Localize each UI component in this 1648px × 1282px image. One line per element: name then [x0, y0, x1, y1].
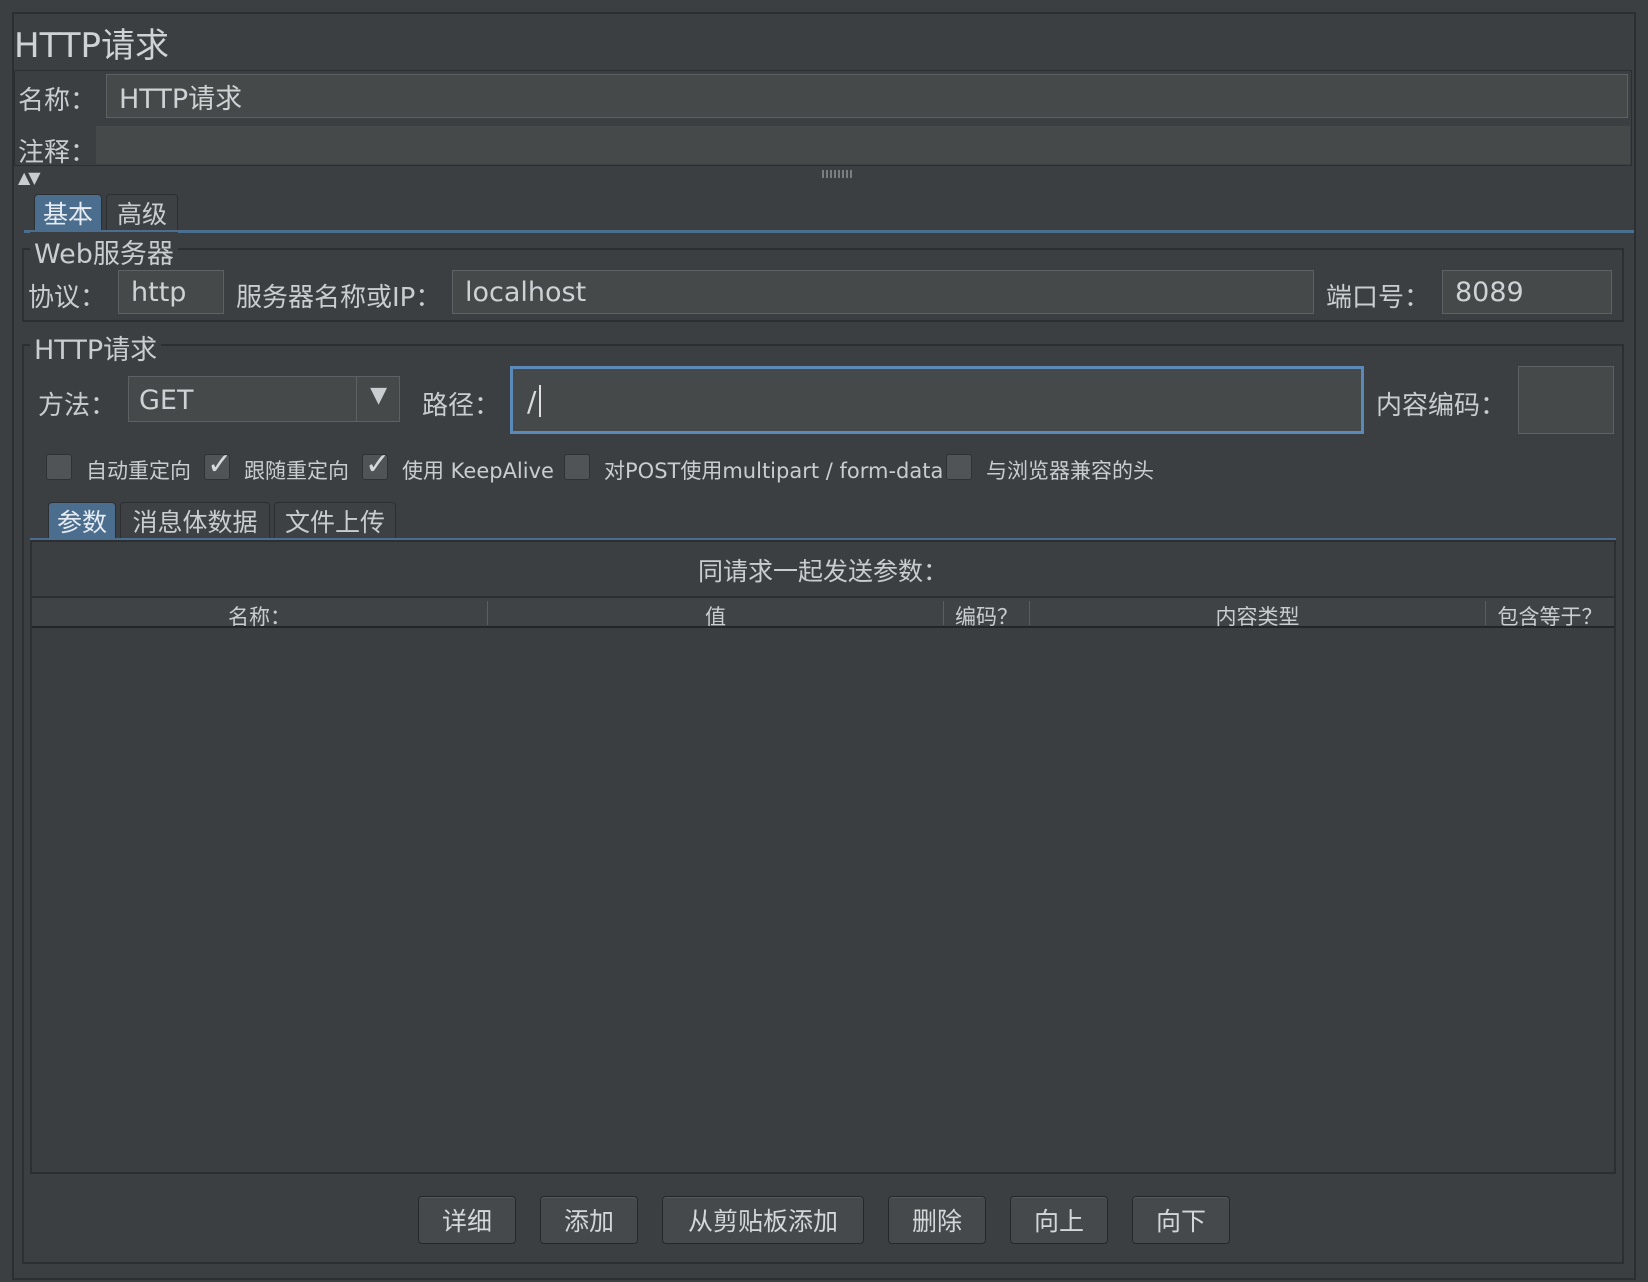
auto-redirect-checkbox[interactable] — [46, 454, 72, 480]
text-caret — [539, 385, 541, 417]
select-separator — [356, 377, 357, 421]
parameters-table-body[interactable] — [32, 628, 1614, 1172]
chevron-down-icon[interactable]: ▼ — [370, 383, 387, 408]
tab-body-data[interactable]: 消息体数据 — [120, 502, 270, 538]
keepalive-checkbox[interactable]: ✓ — [362, 447, 390, 482]
browser-headers-label: 与浏览器兼容的头 — [986, 459, 1154, 483]
add-from-clipboard-button[interactable]: 从剪贴板添加 — [662, 1196, 864, 1244]
encoding-field[interactable] — [1518, 366, 1614, 434]
checkmark-icon: ✓ — [365, 447, 391, 482]
method-value: GET — [139, 385, 194, 416]
http-request-title: HTTP请求 — [30, 328, 162, 367]
encoding-label: 内容编码： — [1376, 391, 1507, 421]
tab-parameters[interactable]: 参数 — [48, 502, 116, 538]
parameters-caption: 同请求一起发送参数： — [697, 557, 948, 586]
server-field[interactable]: localhost — [452, 270, 1314, 314]
multipart-checkbox[interactable] — [564, 454, 590, 480]
comment-field[interactable] — [96, 126, 1630, 164]
name-label: 名称： — [18, 86, 97, 116]
browser-headers-checkbox[interactable] — [946, 454, 972, 480]
column-header-encode[interactable]: 编码？ — [944, 601, 1030, 629]
path-field[interactable]: / — [510, 366, 1364, 434]
table-header: 名称： 值 编码？ 内容类型 包含等于？ — [32, 596, 1614, 629]
splitter-grip-icon[interactable] — [822, 170, 854, 178]
page-title: HTTP请求 — [14, 26, 170, 66]
follow-redirect-checkbox[interactable]: ✓ — [204, 447, 232, 482]
protocol-label: 协议： — [28, 283, 107, 313]
comment-label: 注释： — [18, 138, 97, 168]
add-button[interactable]: 添加 — [540, 1196, 638, 1244]
method-label: 方法： — [38, 391, 117, 421]
name-field[interactable]: HTTP请求 — [106, 74, 1628, 118]
details-button[interactable]: 详细 — [418, 1196, 516, 1244]
tab-file-upload[interactable]: 文件上传 — [274, 502, 396, 538]
column-header-include-equals[interactable]: 包含等于？ — [1486, 601, 1614, 629]
web-server-title: Web服务器 — [30, 232, 178, 271]
path-value: / — [527, 385, 537, 418]
server-label: 服务器名称或IP： — [236, 283, 442, 313]
protocol-field[interactable]: http — [118, 270, 224, 314]
move-down-button[interactable]: 向下 — [1132, 1196, 1230, 1244]
column-header-name[interactable]: 名称： — [32, 601, 488, 629]
move-up-button[interactable]: 向上 — [1010, 1196, 1108, 1244]
column-header-content-type[interactable]: 内容类型 — [1030, 601, 1486, 629]
column-header-value[interactable]: 值 — [488, 601, 944, 629]
tab-basic[interactable]: 基本 — [34, 194, 102, 230]
tab-underline — [24, 230, 1634, 233]
port-field[interactable]: 8089 — [1442, 270, 1612, 314]
keepalive-label: 使用 KeepAlive — [402, 459, 554, 483]
port-label: 端口号： — [1326, 283, 1431, 313]
auto-redirect-label: 自动重定向 — [86, 459, 191, 483]
tab-advanced[interactable]: 高级 — [106, 194, 178, 230]
method-select[interactable]: GET ▼ — [128, 376, 400, 422]
path-label: 路径： — [422, 391, 501, 421]
follow-redirect-label: 跟随重定向 — [244, 459, 349, 483]
collapse-arrows-icon[interactable]: ▲▼ — [18, 168, 41, 187]
multipart-label: 对POST使用multipart / form-data — [604, 459, 944, 483]
delete-button[interactable]: 删除 — [888, 1196, 986, 1244]
checkmark-icon: ✓ — [207, 447, 233, 482]
